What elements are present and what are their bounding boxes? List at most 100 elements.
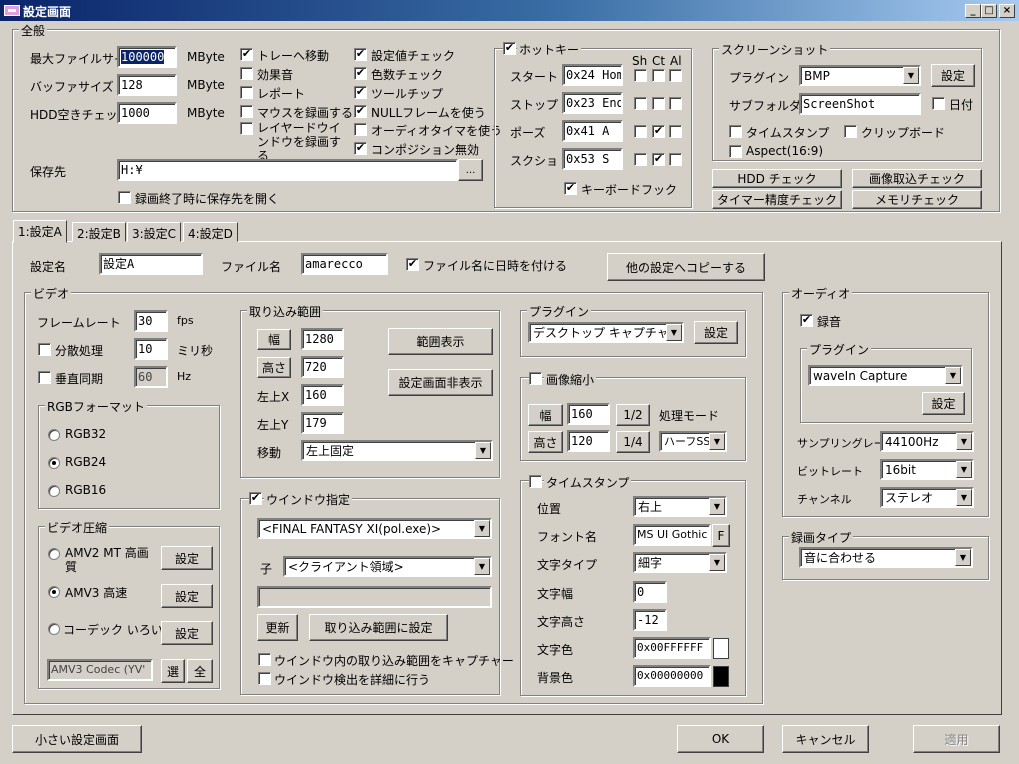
ts-position-select[interactable]: 右上 ▼ [633,496,727,517]
half-button[interactable]: 1/2 [616,404,650,426]
copy-settings-button[interactable]: 他の設定へコピーする [607,253,765,281]
video-plugin-select[interactable]: デスクトップ キャプチャー ▼ [528,322,684,343]
ts-fg-input[interactable]: 0x00FFFFFF [633,637,711,659]
ts-char-height-input[interactable]: -12 [633,609,667,631]
channel-select[interactable]: ステレオ ▼ [880,487,974,508]
value-check-checkbox[interactable]: ✔ [354,48,367,61]
hotkey-stop-shift[interactable] [634,97,647,110]
browse-button[interactable]: ... [458,159,483,181]
add-datetime-checkbox[interactable]: ✔ [406,258,419,271]
ss-aspect-checkbox[interactable] [729,145,742,158]
chevron-down-icon[interactable]: ▼ [474,520,490,537]
chevron-down-icon[interactable]: ▼ [475,442,491,459]
amv2-settings-button[interactable]: 設定 [161,546,213,570]
hotkey-stop-input[interactable]: 0x23 End [562,92,623,114]
all-codec-button[interactable]: 全 [187,659,213,683]
audio-plugin-select[interactable]: waveIn Capture ▼ [808,365,963,386]
sound-effect-checkbox[interactable] [240,67,253,80]
tab-setting-c[interactable]: 3:設定C [127,222,182,242]
small-settings-button[interactable]: 小さい設定画面 [12,725,142,753]
ss-settings-button[interactable]: 設定 [931,64,975,87]
shrink-mode-select[interactable]: ハーフSSE ▼ [659,431,727,452]
tab-setting-a[interactable]: 1:設定A [13,220,67,243]
ts-font-input[interactable]: MS UI Gothic [633,524,711,546]
ss-subfolder-input[interactable]: ScreenShot [799,93,921,115]
chevron-down-icon[interactable]: ▼ [474,558,490,575]
hotkey-stop-ctrl[interactable] [652,97,665,110]
hotkey-start-alt[interactable] [669,69,682,82]
report-checkbox[interactable] [240,86,253,99]
tab-setting-b[interactable]: 2:設定B [72,222,126,242]
capture-in-window-checkbox[interactable] [258,653,271,666]
title-bar[interactable]: 設定画面 _ □ × [0,0,1019,21]
timestamp-checkbox[interactable] [529,475,542,488]
select-codec-button[interactable]: 選 [161,659,185,683]
amv3-settings-button[interactable]: 設定 [161,584,213,608]
bitrate-select[interactable]: 16bit ▼ [880,459,974,480]
composition-checkbox[interactable]: ✔ [354,142,367,155]
ts-font-button[interactable]: F [712,524,730,547]
profile-name-input[interactable]: 設定A [99,253,203,275]
hotkey-pause-ctrl[interactable]: ✔ [652,125,665,138]
framerate-input[interactable]: 30 [134,310,168,332]
shrink-height-input[interactable]: 120 [567,430,610,452]
hdd-check-input[interactable]: 1000 [117,102,177,124]
save-dest-input[interactable]: H:¥ [117,159,458,181]
quarter-button[interactable]: 1/4 [616,431,650,453]
capture-y-input[interactable]: 179 [301,412,344,434]
chevron-down-icon[interactable]: ▼ [956,433,972,450]
ss-date-checkbox[interactable] [932,97,945,110]
ts-bg-color-swatch[interactable] [713,666,729,687]
set-range-button[interactable]: 取り込み範囲に設定 [309,614,448,641]
rgb32-radio[interactable] [48,429,60,441]
chevron-down-icon[interactable]: ▼ [903,67,919,84]
hotkey-stop-alt[interactable] [669,97,682,110]
tab-setting-d[interactable]: 4:設定D [183,222,238,242]
color-check-checkbox[interactable]: ✔ [354,67,367,80]
ss-clipboard-checkbox[interactable] [844,125,857,138]
window-select[interactable]: <FINAL FANTASY XI(pol.exe)> ▼ [257,518,492,539]
chevron-down-icon[interactable]: ▼ [709,498,725,515]
chevron-down-icon[interactable]: ▼ [709,433,725,450]
image-capture-check-button[interactable]: 画像取込チェック [852,169,982,188]
shrink-height-button[interactable]: 高さ [528,431,563,453]
amv3-radio[interactable] [48,586,60,598]
codec-radio[interactable] [48,623,60,635]
audio-plugin-settings-button[interactable]: 設定 [922,392,965,415]
ts-fg-color-swatch[interactable] [713,638,729,659]
window-spec-checkbox[interactable]: ✔ [249,492,262,505]
close-button[interactable]: × [999,4,1015,18]
capture-height-input[interactable]: 720 [301,356,344,378]
audio-timer-checkbox[interactable] [354,123,367,136]
ts-style-select[interactable]: 細字 ▼ [633,552,727,573]
chevron-down-icon[interactable]: ▼ [709,554,725,571]
shrink-checkbox[interactable] [529,372,542,385]
record-mouse-checkbox[interactable] [240,105,253,118]
capture-width-button[interactable]: 幅 [257,329,291,350]
ss-timestamp-checkbox[interactable] [729,125,742,138]
chevron-down-icon[interactable]: ▼ [956,489,972,506]
detailed-detect-checkbox[interactable] [258,672,271,685]
hdd-check-button[interactable]: HDD チェック [712,169,842,188]
capture-height-button[interactable]: 高さ [257,357,291,378]
max-file-size-input[interactable]: 100000 [117,46,177,68]
hotkey-pause-input[interactable]: 0x41 A [562,120,623,142]
chevron-down-icon[interactable]: ▼ [955,549,971,566]
rgb24-radio[interactable] [48,457,60,469]
hotkey-pause-shift[interactable] [634,125,647,138]
minimize-button[interactable]: _ [965,4,981,18]
tray-checkbox[interactable]: ✔ [240,48,253,61]
hotkey-start-ctrl[interactable] [652,69,665,82]
hotkey-screenshot-ctrl[interactable]: ✔ [652,153,665,166]
video-plugin-settings-button[interactable]: 設定 [694,321,738,344]
amv2-radio[interactable] [48,548,60,560]
buffer-size-input[interactable]: 128 [117,74,177,96]
cancel-button[interactable]: キャンセル [782,725,869,753]
show-range-button[interactable]: 範囲表示 [388,328,493,355]
memory-check-button[interactable]: メモリチェック [852,190,982,209]
ts-bg-input[interactable]: 0x00000000 [633,665,711,687]
refresh-button[interactable]: 更新 [257,614,298,641]
ts-char-width-input[interactable]: 0 [633,581,667,603]
hotkey-pause-alt[interactable] [669,125,682,138]
open-after-checkbox[interactable] [118,191,131,204]
